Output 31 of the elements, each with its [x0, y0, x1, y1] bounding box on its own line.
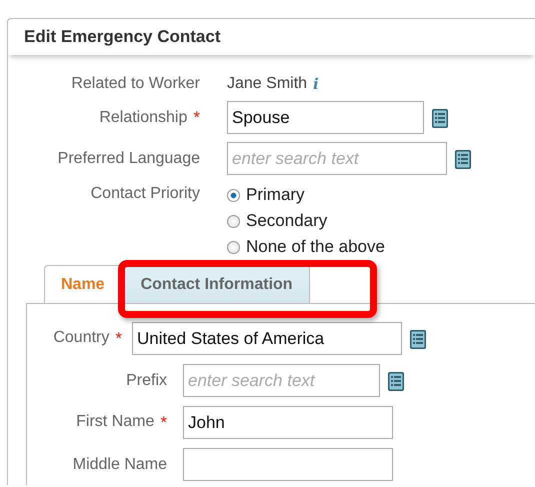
- dialog-title: Edit Emergency Contact: [24, 27, 220, 47]
- list-icon[interactable]: [386, 370, 406, 392]
- info-icon[interactable]: i: [313, 75, 319, 93]
- tab[interactable]: Contact Information: [124, 265, 310, 303]
- input-field[interactable]: United States of America: [132, 322, 402, 355]
- field-label: First Name: [76, 412, 154, 432]
- radio-button[interactable]: [227, 240, 240, 254]
- radio-label[interactable]: None of the above: [246, 237, 385, 257]
- radio-label[interactable]: Secondary: [246, 211, 328, 231]
- field-label: Country: [53, 328, 110, 348]
- radio-label[interactable]: Primary: [246, 185, 305, 205]
- input-field[interactable]: John: [183, 406, 393, 439]
- field-label: Middle Name: [72, 456, 167, 474]
- required-mark: *: [115, 328, 122, 348]
- radio-button[interactable]: [227, 214, 240, 228]
- field-label: Relationship: [99, 108, 188, 126]
- input-field[interactable]: [183, 448, 393, 481]
- list-icon[interactable]: [453, 148, 473, 170]
- field-label: Preferred Language: [58, 150, 200, 168]
- list-icon[interactable]: [430, 106, 450, 128]
- required-mark: *: [160, 412, 167, 432]
- field-value: Jane Smith: [227, 75, 308, 93]
- required-mark: *: [193, 108, 200, 128]
- field-label: Contact Priority: [90, 185, 200, 203]
- field-label: Prefix: [126, 372, 167, 390]
- input-field[interactable]: Spouse: [227, 101, 424, 134]
- input-field[interactable]: enter search text: [227, 142, 447, 175]
- field-label: Related to Worker: [71, 75, 200, 93]
- radio-button[interactable]: [227, 188, 240, 202]
- list-icon[interactable]: [408, 328, 428, 350]
- input-field[interactable]: enter search text: [183, 364, 380, 397]
